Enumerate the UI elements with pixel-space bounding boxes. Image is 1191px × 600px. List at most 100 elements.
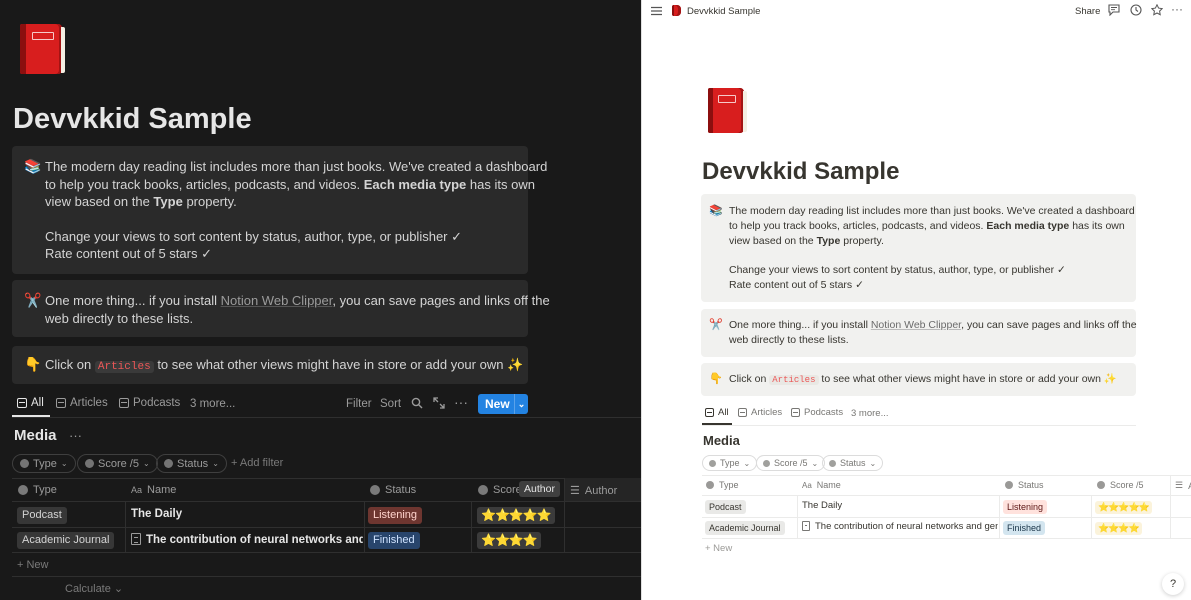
- column-type[interactable]: Type: [18, 484, 57, 496]
- red-book-icon[interactable]: [672, 5, 681, 16]
- new-button[interactable]: New ⌄: [478, 394, 528, 414]
- list-icon: ☰: [570, 485, 580, 497]
- chevron-down-icon: ⌄: [743, 458, 751, 468]
- tab-all[interactable]: All: [17, 397, 44, 409]
- breadcrumb[interactable]: Devvkkid Sample: [687, 6, 760, 17]
- column-status[interactable]: Status: [1005, 480, 1044, 490]
- tab-more[interactable]: 3 more...: [190, 398, 235, 410]
- tab-all[interactable]: All: [705, 407, 729, 418]
- more-options-icon[interactable]: ···: [1171, 2, 1183, 16]
- help-icon: ?: [1169, 578, 1177, 590]
- callout-web-clipper: ✂️ One more thing... if you install Noti…: [12, 280, 550, 337]
- callout-intro-text: The modern day reading list includes mor…: [729, 205, 1135, 291]
- more-options-icon[interactable]: ···: [454, 394, 468, 410]
- select-icon: [829, 459, 836, 467]
- table-icon: [705, 408, 714, 417]
- chevron-down-icon: ⌄: [212, 459, 219, 468]
- page-title: Devvkkid Sample: [13, 103, 252, 135]
- filter-chip-type[interactable]: Type ⌄: [12, 454, 76, 473]
- chevron-down-icon: ⌄: [60, 459, 68, 468]
- status-tag: Listening: [368, 507, 423, 524]
- tab-articles[interactable]: Articles: [56, 397, 108, 409]
- database-more-icon[interactable]: ···: [69, 428, 82, 443]
- select-icon: [18, 485, 28, 495]
- select-icon: [1097, 481, 1105, 489]
- column-name[interactable]: Aa Name: [131, 484, 176, 496]
- pointing-down-icon: 👇: [709, 373, 723, 385]
- select-icon: [763, 459, 770, 467]
- tab-more[interactable]: 3 more...: [851, 408, 889, 419]
- chevron-down-icon[interactable]: ⌄: [514, 394, 528, 414]
- help-button[interactable]: ?: [1162, 573, 1184, 595]
- callout-intro: 📚 The modern day reading list includes m…: [12, 146, 547, 274]
- column-name[interactable]: Aa Name: [802, 480, 841, 490]
- menu-icon[interactable]: [651, 6, 662, 16]
- row-name[interactable]: The contribution of neural networks and …: [131, 533, 363, 546]
- new-row-button[interactable]: + New: [17, 559, 49, 571]
- expand-icon[interactable]: [433, 397, 445, 409]
- select-icon: [20, 459, 29, 468]
- status-tag: Finished: [1003, 521, 1046, 535]
- score-stars: ⭐⭐⭐⭐⭐: [1095, 501, 1153, 514]
- scissors-icon: ✂️: [24, 292, 42, 308]
- articles-code: Articles: [94, 361, 154, 373]
- score-stars: ⭐⭐⭐⭐: [477, 532, 541, 549]
- books-icon: 📚: [709, 205, 723, 217]
- page-title: Devvkkid Sample: [702, 158, 900, 185]
- search-icon[interactable]: [411, 397, 423, 409]
- add-filter-button[interactable]: + Add filter: [231, 457, 283, 469]
- table-icon: [56, 398, 66, 408]
- select-icon: [85, 459, 94, 468]
- column-author[interactable]: ☰Author: [570, 484, 617, 498]
- filter-button[interactable]: Filter: [346, 398, 372, 410]
- page-icon: [131, 533, 141, 545]
- column-author[interactable]: ☰Author: [1175, 480, 1191, 491]
- type-tag: Podcast: [17, 507, 67, 524]
- text-icon: Aa: [802, 480, 812, 490]
- status-tag: Finished: [368, 532, 420, 549]
- tab-articles[interactable]: Articles: [738, 407, 782, 418]
- calculate-button[interactable]: Calculate ⌄: [65, 582, 123, 595]
- dark-mode-pane: Devvkkid Sample 📚 The modern day reading…: [0, 0, 641, 600]
- red-book-icon[interactable]: [708, 88, 747, 133]
- table-icon: [738, 408, 747, 417]
- comment-icon[interactable]: [1108, 4, 1120, 16]
- callout-views-hint: 👇 Click on Articles to see what other vi…: [701, 363, 1136, 396]
- text-icon: Aa: [131, 485, 143, 495]
- list-icon: ☰: [1175, 480, 1184, 490]
- tab-podcasts[interactable]: Podcasts: [791, 407, 843, 418]
- column-status[interactable]: Status: [370, 484, 416, 496]
- new-row-button[interactable]: + New: [705, 543, 732, 554]
- sort-button[interactable]: Sort: [380, 398, 401, 410]
- filter-chip-score[interactable]: Score /5 ⌄: [77, 454, 158, 473]
- table-icon: [119, 398, 129, 408]
- row-name[interactable]: The contribution of neural networks and …: [802, 521, 998, 532]
- column-score[interactable]: Score /5: [1097, 480, 1144, 490]
- red-book-icon[interactable]: [20, 24, 65, 74]
- tab-podcasts[interactable]: Podcasts: [119, 397, 180, 409]
- page-icon: [802, 521, 810, 531]
- pointing-down-icon: 👇: [24, 356, 42, 372]
- web-clipper-link[interactable]: Notion Web Clipper: [221, 293, 333, 308]
- select-icon: [1005, 481, 1013, 489]
- filter-chip-type[interactable]: Type ⌄: [702, 455, 758, 471]
- row-name[interactable]: The Daily: [131, 508, 359, 520]
- column-type[interactable]: Type: [706, 480, 739, 490]
- select-icon: [709, 459, 716, 467]
- callout-web-clipper: ✂️ One more thing... if you install Noti…: [701, 309, 1137, 357]
- filter-chip-score[interactable]: Score /5 ⌄: [756, 455, 826, 471]
- share-button[interactable]: Share: [1075, 6, 1100, 17]
- books-icon: 📚: [24, 158, 42, 174]
- filter-chip-status[interactable]: Status ⌄: [822, 455, 884, 471]
- database-title[interactable]: Media: [14, 427, 57, 444]
- row-name[interactable]: The Daily: [802, 500, 997, 511]
- column-score[interactable]: Score: [478, 484, 522, 496]
- web-clipper-link[interactable]: Notion Web Clipper: [871, 319, 961, 331]
- database-title[interactable]: Media: [703, 433, 740, 448]
- clock-icon[interactable]: [1130, 4, 1142, 16]
- type-tag: Podcast: [705, 500, 746, 514]
- filter-chip-status[interactable]: Status ⌄: [156, 454, 227, 473]
- articles-code: Articles: [769, 375, 819, 385]
- callout-views-hint: 👇 Click on Articles to see what other vi…: [12, 346, 528, 384]
- star-icon[interactable]: [1151, 4, 1163, 16]
